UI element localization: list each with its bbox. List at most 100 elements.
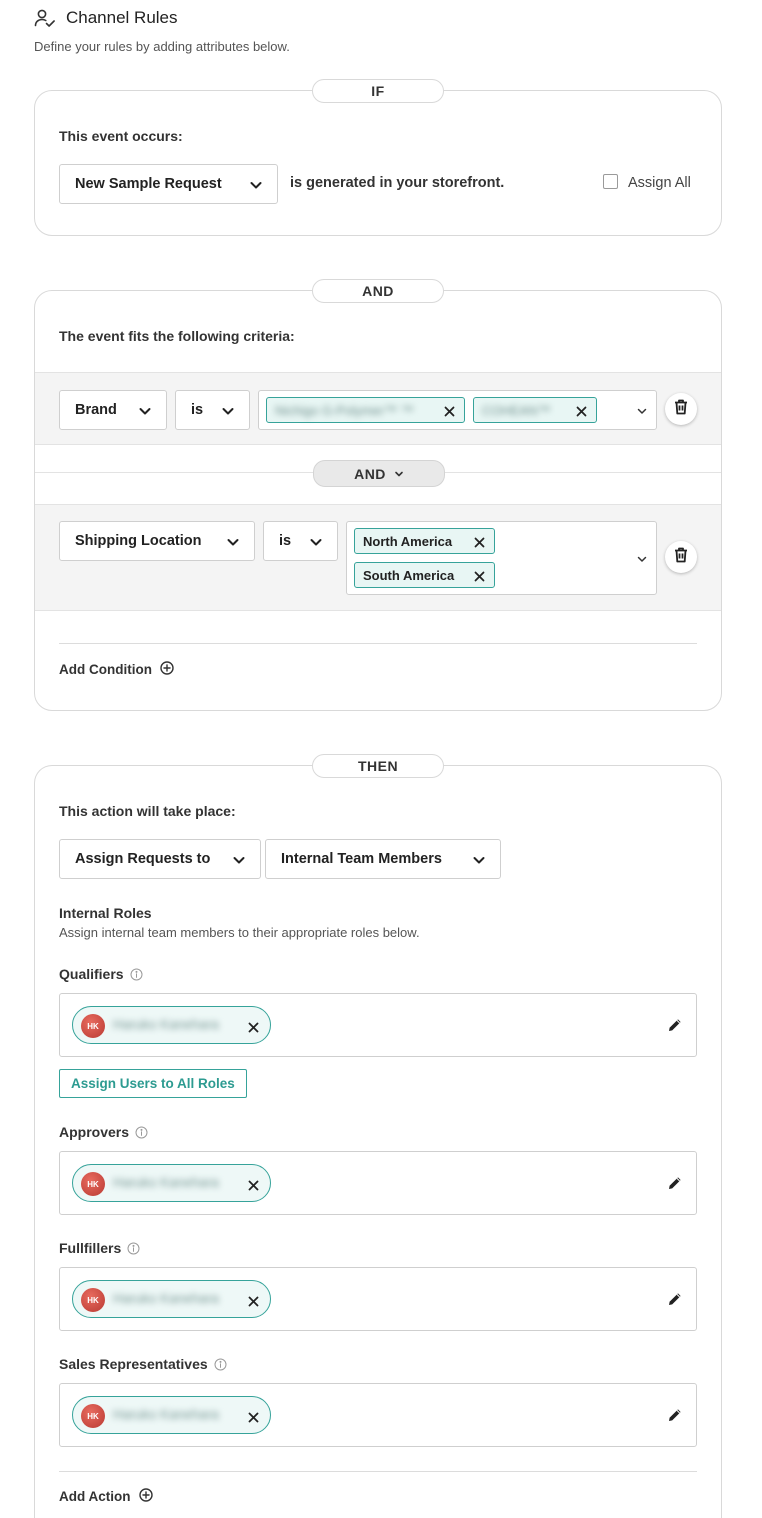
action-label: This action will take place: [59,803,236,819]
avatar: HK [81,1404,105,1428]
user-chip: HK Haruko Kanehara [72,1280,271,1318]
operator-select[interactable]: is [263,521,338,561]
close-icon[interactable] [248,1178,259,1191]
chevron-down-icon [249,178,263,192]
role-label-text: Approvers [59,1124,130,1140]
pencil-icon[interactable] [666,1016,684,1034]
action-select[interactable]: Assign Requests to [59,839,261,879]
then-pill: THEN [312,754,444,778]
attribute-select-value: Brand [75,402,117,418]
operator-select[interactable]: is [175,390,250,430]
role-box-fulfillers[interactable]: HK Haruko Kanehara [59,1267,697,1331]
pencil-icon[interactable] [666,1290,684,1308]
and-joiner-label: AND [354,465,386,482]
chevron-down-icon [138,404,152,418]
attribute-select[interactable]: Brand [59,390,167,430]
value-tag-label: South America [363,567,455,583]
value-tag: Nichigo G-Polymer™ ™ [266,397,465,423]
assign-all-label[interactable]: Assign All [628,175,691,191]
value-multiselect[interactable]: North America South America [346,521,657,595]
avatar: HK [81,1172,105,1196]
action-select-value: Assign Requests to [75,851,211,867]
role-box-qualifiers[interactable]: HK Haruko Kanehara [59,993,697,1057]
and-pill: AND [312,279,444,303]
pencil-icon[interactable] [666,1174,684,1192]
user-chip: HK Haruko Kanehara [72,1164,271,1202]
info-icon[interactable] [130,968,143,981]
chevron-down-icon [232,853,246,867]
avatar: HK [81,1288,105,1312]
value-tag-label: Nichigo G-Polymer™ ™ [275,402,414,418]
close-icon[interactable] [576,405,587,417]
role-box-sales-representatives[interactable]: HK Haruko Kanehara [59,1383,697,1447]
event-select[interactable]: New Sample Request [59,164,278,204]
assign-all-checkbox[interactable] [603,174,618,189]
condition-row: Brand is Nichigo G-Polymer™ ™ COHEAN™ [35,372,721,445]
user-chip: HK Haruko Kanehara [72,1396,271,1434]
close-icon[interactable] [248,1294,259,1307]
and-card: The event fits the following criteria: B… [34,290,722,711]
close-icon[interactable] [474,536,485,548]
page-title: Channel Rules [66,8,178,27]
add-condition-label: Add Condition [59,662,152,677]
attribute-select-value: Shipping Location [75,533,202,549]
role-label-text: Sales Representatives [59,1356,208,1372]
add-action-label: Add Action [59,1489,131,1504]
chevron-down-icon[interactable] [636,404,648,416]
role-label-text: Fullfillers [59,1240,122,1256]
info-icon[interactable] [127,1242,140,1255]
user-check-icon [34,8,56,28]
user-chip: HK Haruko Kanehara [72,1006,271,1044]
chevron-down-icon [221,404,235,418]
target-select-value: Internal Team Members [281,851,442,867]
value-tag: North America [354,528,495,554]
event-select-value: New Sample Request [75,176,222,192]
add-condition-button[interactable]: Add Condition [59,661,174,678]
user-name: Haruko Kanehara [113,1017,219,1032]
role-box-approvers[interactable]: HK Haruko Kanehara [59,1151,697,1215]
avatar: HK [81,1014,105,1038]
value-tag: COHEAN™ [473,397,597,423]
event-suffix: is generated in your storefront. [290,175,505,191]
user-name: Haruko Kanehara [113,1407,219,1422]
operator-select-value: is [191,402,204,418]
page-subtitle: Define your rules by adding attributes b… [34,39,290,54]
divider [59,1471,697,1472]
close-icon[interactable] [474,570,485,582]
target-select[interactable]: Internal Team Members [265,839,501,879]
value-tag-label: COHEAN™ [482,402,551,418]
info-icon[interactable] [135,1126,148,1139]
user-name: Haruko Kanehara [113,1175,219,1190]
role-label-text: Qualifiers [59,966,124,982]
role-label-qualifiers: Qualifiers [59,966,143,982]
value-multiselect[interactable]: Nichigo G-Polymer™ ™ COHEAN™ [258,390,657,430]
and-joiner-dropdown[interactable]: AND [313,460,445,487]
close-icon[interactable] [248,1020,259,1033]
plus-circle-icon [160,661,174,678]
role-label-sales-representatives: Sales Representatives [59,1356,227,1372]
close-icon[interactable] [248,1410,259,1423]
value-tag: South America [354,562,495,588]
info-icon[interactable] [214,1358,227,1371]
user-name: Haruko Kanehara [113,1291,219,1306]
delete-condition-button[interactable] [665,393,697,425]
chevron-down-icon[interactable] [636,552,648,564]
pencil-icon[interactable] [666,1406,684,1424]
add-action-button[interactable]: Add Action [59,1488,153,1505]
roles-subheading: Assign internal team members to their ap… [59,925,420,940]
divider [59,643,697,644]
delete-condition-button[interactable] [665,541,697,573]
role-label-approvers: Approvers [59,1124,148,1140]
criteria-label: The event fits the following criteria: [59,328,295,344]
chevron-down-icon [226,535,240,549]
chevron-down-icon [309,535,323,549]
assign-users-all-roles-button[interactable]: Assign Users to All Roles [59,1069,247,1098]
operator-select-value: is [279,533,292,549]
if-pill: IF [312,79,444,103]
plus-circle-icon [138,1488,153,1505]
event-label: This event occurs: [59,128,183,144]
chevron-down-icon [394,466,404,482]
attribute-select[interactable]: Shipping Location [59,521,255,561]
close-icon[interactable] [444,405,455,417]
value-tag-label: North America [363,533,453,549]
